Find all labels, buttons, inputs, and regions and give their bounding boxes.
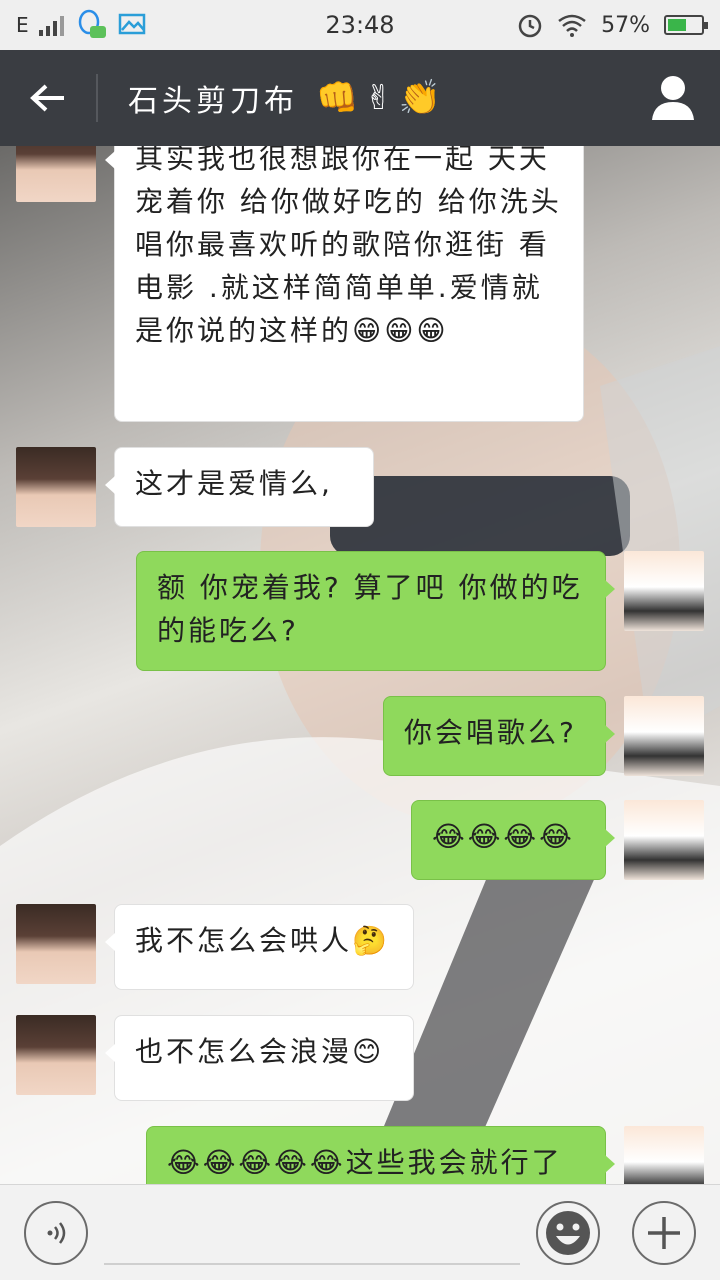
header-divider [96, 74, 98, 122]
wifi-icon [558, 14, 586, 37]
message-bubble[interactable]: 也不怎么会浪漫😊 [105, 1015, 414, 1101]
back-arrow-icon [30, 84, 64, 112]
chat-title-emojis: 👊✌👏 [316, 78, 448, 118]
status-bar: E 23:48 57% [0, 0, 720, 50]
message-input[interactable] [104, 1263, 520, 1265]
message-list[interactable]: 其实我也很想跟你在一起 天天宠着你 给你做好吃的 给你洗头 唱你最喜欢听的歌陪你… [0, 146, 720, 1184]
battery-percent: 57% [601, 12, 650, 38]
message-text: 这才是爱情么, [135, 467, 333, 500]
friend-avatar[interactable] [16, 146, 96, 202]
message-bubble[interactable]: 其实我也很想跟你在一起 天天宠着你 给你做好吃的 给你洗头 唱你最喜欢听的歌陪你… [105, 146, 584, 422]
message-text: 也不怎么会浪漫😊 [135, 1035, 385, 1068]
message-text: 其实我也很想跟你在一起 天天宠着你 给你做好吃的 给你洗头 唱你最喜欢听的歌陪你… [135, 146, 562, 347]
signal-icon [38, 14, 64, 36]
friend-avatar[interactable] [16, 904, 96, 984]
qq-icon [78, 9, 106, 38]
message-bubble[interactable]: 😂😂😂😂😂这些我会就行了 [146, 1126, 615, 1184]
voice-icon [47, 1222, 66, 1244]
chat-title-text: 石头剪刀布 [128, 84, 298, 119]
my-avatar[interactable] [624, 696, 704, 776]
message-bubble[interactable]: 我不怎么会哄人🤔 [105, 904, 414, 990]
chat-title: 石头剪刀布 👊✌👏 [128, 76, 447, 120]
message-text: 我不怎么会哄人🤔 [135, 924, 390, 957]
message-bubble[interactable]: 你会唱歌么? [383, 696, 615, 776]
chat-header: 石头剪刀布 👊✌👏 [0, 50, 720, 146]
message-text: 😂😂😂😂😂这些我会就行了 [167, 1146, 563, 1179]
message-bubble[interactable]: 这才是爱情么, [105, 447, 374, 527]
gallery-icon [118, 13, 145, 35]
message-text: 😂😂😂😂 [432, 820, 575, 853]
my-avatar[interactable] [624, 551, 704, 631]
emoji-button[interactable] [536, 1201, 600, 1265]
alarm-icon [518, 14, 542, 38]
back-button[interactable] [0, 50, 96, 146]
voice-button[interactable] [24, 1201, 88, 1265]
battery-icon [664, 15, 708, 35]
profile-button[interactable] [650, 74, 696, 122]
friend-avatar[interactable] [16, 447, 96, 527]
plus-icon [648, 1217, 680, 1249]
my-avatar[interactable] [624, 800, 704, 880]
add-button[interactable] [632, 1201, 696, 1265]
message-bubble[interactable]: 额 你宠着我? 算了吧 你做的吃的能吃么? [136, 551, 615, 671]
my-avatar[interactable] [624, 1126, 704, 1184]
carrier-label: E [16, 13, 29, 37]
friend-avatar[interactable] [16, 1015, 96, 1095]
input-bar [0, 1184, 720, 1280]
message-text: 你会唱歌么? [404, 716, 577, 749]
smiley-icon [546, 1211, 590, 1255]
message-bubble[interactable]: 😂😂😂😂 [411, 800, 615, 880]
message-text: 额 你宠着我? 算了吧 你做的吃的能吃么? [157, 571, 583, 647]
